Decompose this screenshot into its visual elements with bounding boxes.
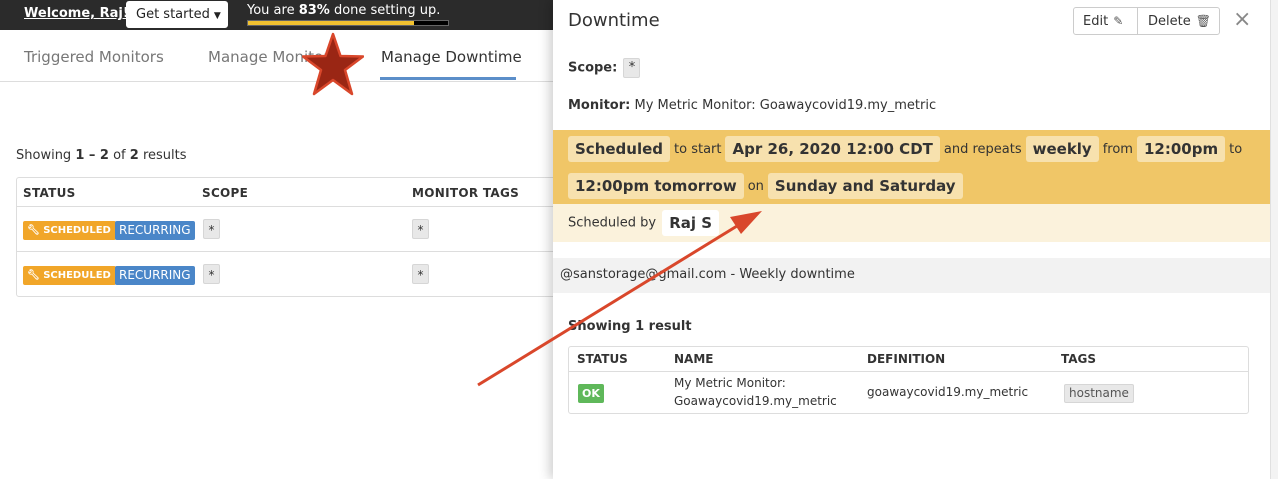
panel-actions: Edit ✎ Delete 🗑︎ <box>1073 7 1220 35</box>
monitor-row: Monitor: My Metric Monitor: Goawaycovid1… <box>568 98 936 113</box>
monitor-name-line2[interactable]: Goawaycovid19.my_metric <box>674 394 837 408</box>
progress-suffix: done setting up. <box>329 3 441 18</box>
scheduled-by-user: Raj S <box>662 210 720 236</box>
results-mid: of <box>108 148 130 163</box>
recurring-badge: RECURRING <box>115 221 195 240</box>
delete-button[interactable]: Delete 🗑︎ <box>1138 8 1219 34</box>
hostname-tag: hostname <box>1064 384 1134 403</box>
header-definition: DEFINITION <box>867 352 946 366</box>
header-scope: SCOPE <box>202 186 249 200</box>
schedule-from-time: 12:00pm <box>1136 136 1226 162</box>
scheduled-by-label: Scheduled by <box>568 215 657 231</box>
header-tags: TAGS <box>1061 352 1097 366</box>
panel-scrollbar[interactable] <box>1270 0 1278 479</box>
delete-label: Delete <box>1148 14 1191 29</box>
scope-row: Scope: * <box>568 58 641 78</box>
monitor-value: My Metric Monitor: Goawaycovid19.my_metr… <box>634 98 937 113</box>
results-range: 1 – 2 <box>75 148 109 163</box>
schedule-status: Scheduled <box>568 136 671 162</box>
monitor-tag: * <box>412 219 429 239</box>
schedule-start: Apr 26, 2020 12:00 CDT <box>725 136 940 162</box>
schedule-connector: on <box>747 178 764 194</box>
active-tab-indicator <box>380 77 516 80</box>
affected-monitors-header: STATUS NAME DEFINITION TAGS <box>569 347 1248 372</box>
tab-manage-downtime[interactable]: Manage Downtime <box>381 48 522 66</box>
monitor-tag: * <box>412 264 429 284</box>
scope-tag: * <box>203 219 220 239</box>
monitor-label: Monitor: <box>568 98 631 113</box>
scheduled-badge: 🔧︎ SCHEDULED <box>23 221 116 240</box>
schedule-connector: to start <box>674 141 722 157</box>
schedule-frequency: weekly <box>1025 136 1099 162</box>
setup-progress-fill <box>248 21 414 25</box>
scope-tag: * <box>203 264 220 284</box>
recurring-badge: RECURRING <box>115 266 195 285</box>
table-row[interactable]: 🔧︎ SCHEDULED RECURRING * * <box>17 252 575 297</box>
downtime-detail-panel: Downtime Edit ✎ Delete 🗑︎ × Scope: * Monit… <box>553 0 1270 479</box>
schedule-line-2: 12:00pm tomorrow on Sunday and Saturday <box>568 173 963 199</box>
setup-progress-bar <box>247 20 449 26</box>
monitor-name-line1[interactable]: My Metric Monitor: <box>674 376 786 390</box>
progress-prefix: You are <box>247 3 299 18</box>
scope-tag: * <box>623 58 641 78</box>
status-label: SCHEDULED <box>43 225 111 236</box>
edit-button[interactable]: Edit ✎ <box>1074 8 1138 34</box>
scheduled-badge: 🔧︎ SCHEDULED <box>23 266 116 285</box>
schedule-days: Sunday and Saturday <box>767 173 963 199</box>
affected-monitors-table: STATUS NAME DEFINITION TAGS OK My Metric… <box>568 346 1249 414</box>
status-label: SCHEDULED <box>43 270 111 281</box>
get-started-dropdown[interactable]: Get started ▼ <box>126 1 228 28</box>
downtime-message: @sanstorage@gmail.com - Weekly downtime <box>553 258 1270 293</box>
schedule-summary: Scheduled to start Apr 26, 2020 12:00 CDT a… <box>553 130 1270 204</box>
wrench-icon: 🔧︎ <box>27 270 40 281</box>
schedule-line-1: Scheduled to start Apr 26, 2020 12:00 CDT a… <box>568 136 1246 162</box>
results-prefix: Showing <box>16 148 76 163</box>
header-monitor-tags: MONITOR TAGS <box>412 186 520 200</box>
header-status: STATUS <box>23 186 76 200</box>
table-row[interactable]: 🔧︎ SCHEDULED RECURRING * * <box>17 207 575 252</box>
caret-down-icon: ▼ <box>213 11 221 21</box>
schedule-connector: from <box>1102 141 1133 157</box>
get-started-label: Get started <box>136 7 210 22</box>
header-name: NAME <box>674 352 714 366</box>
results-count: Showing 1 – 2 of 2 results <box>16 148 187 163</box>
schedule-to-time: 12:00pm tomorrow <box>568 173 744 199</box>
results-suffix: results <box>138 148 187 163</box>
close-icon[interactable]: × <box>1233 7 1251 32</box>
ok-status-badge: OK <box>578 384 604 403</box>
panel-title: Downtime <box>568 10 660 31</box>
tab-triggered-monitors[interactable]: Triggered Monitors <box>24 48 164 66</box>
monitor-definition: goawaycovid19.my_metric <box>867 385 1029 399</box>
monitor-results-count: Showing 1 result <box>568 319 692 334</box>
scheduled-by: Scheduled by Raj S <box>568 210 720 236</box>
tab-bar: Triggered Monitors Manage Monitors Manag… <box>0 30 555 82</box>
star-annotation-icon <box>302 32 364 96</box>
edit-label: Edit <box>1083 14 1109 29</box>
trash-icon: 🗑︎ <box>1195 14 1211 28</box>
wrench-icon: 🔧︎ <box>27 225 40 236</box>
downtime-table-header: STATUS SCOPE MONITOR TAGS <box>17 178 575 207</box>
setup-progress-text: You are 83% done setting up. <box>247 3 440 18</box>
downtime-message-text: @sanstorage@gmail.com - Weekly downtime <box>560 267 855 282</box>
schedule-connector: and repeats <box>943 141 1022 157</box>
scope-label: Scope: <box>568 60 618 76</box>
header-status: STATUS <box>577 352 628 366</box>
scheduled-by-row: Scheduled by Raj S <box>553 204 1270 242</box>
progress-percent: 83% <box>298 3 330 18</box>
welcome-link[interactable]: Welcome, Raj! <box>24 6 129 21</box>
schedule-connector: to <box>1229 141 1243 157</box>
pencil-icon: ✎ <box>1113 14 1124 28</box>
downtime-table: STATUS SCOPE MONITOR TAGS 🔧︎ SCHEDULED R… <box>16 177 576 297</box>
results-total: 2 <box>129 148 139 163</box>
